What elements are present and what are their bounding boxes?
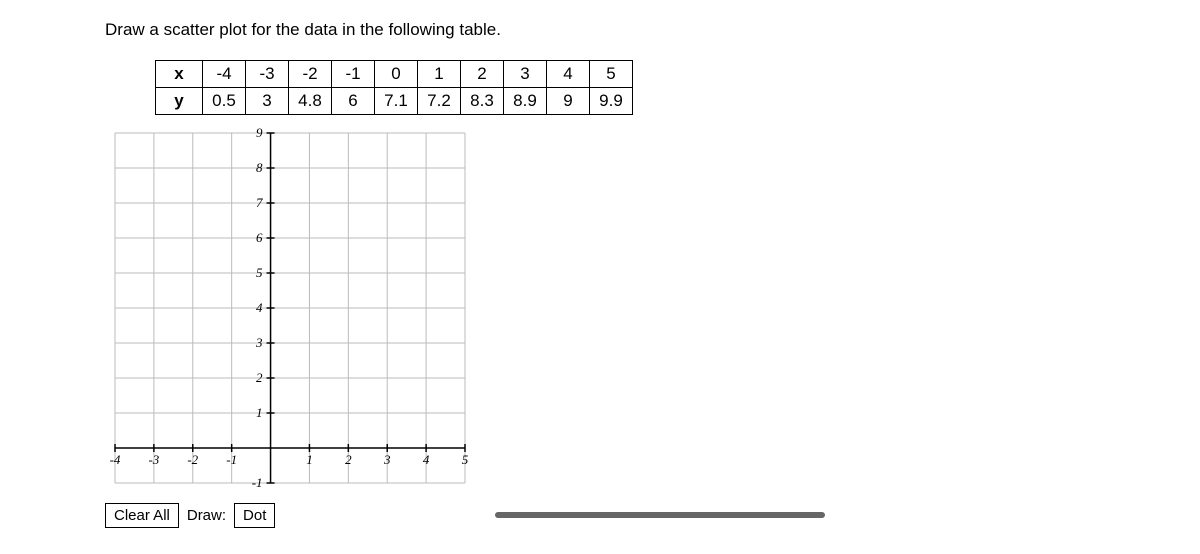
x-val: -2 (289, 61, 332, 88)
svg-text:2: 2 (256, 370, 263, 385)
y-val: 8.3 (461, 88, 504, 115)
svg-text:-3: -3 (148, 452, 159, 467)
svg-text:3: 3 (255, 335, 263, 350)
svg-text:8: 8 (256, 160, 263, 175)
scatter-plot[interactable]: -4 -3 -2 -1 1 2 3 4 5 -1 1 2 3 4 5 6 7 8 9 (105, 123, 475, 493)
svg-text:6: 6 (256, 230, 263, 245)
x-val: 4 (547, 61, 590, 88)
svg-text:4: 4 (256, 300, 263, 315)
x-val: 2 (461, 61, 504, 88)
svg-text:4: 4 (423, 452, 430, 467)
dot-button[interactable]: Dot (234, 503, 275, 528)
y-val: 8.9 (504, 88, 547, 115)
draw-label: Draw: (187, 507, 226, 524)
y-val: 9.9 (590, 88, 633, 115)
svg-text:7: 7 (256, 195, 263, 210)
x-val: -1 (332, 61, 375, 88)
clear-all-button[interactable]: Clear All (105, 503, 179, 528)
horizontal-scrollbar[interactable] (495, 512, 825, 518)
y-val: 0.5 (203, 88, 246, 115)
svg-text:-2: -2 (187, 452, 198, 467)
plot-grid[interactable]: -4 -3 -2 -1 1 2 3 4 5 -1 1 2 3 4 5 6 7 8 9 (105, 123, 475, 493)
y-val: 7.1 (375, 88, 418, 115)
svg-text:3: 3 (383, 452, 391, 467)
table-row-y: y 0.5 3 4.8 6 7.1 7.2 8.3 8.9 9 9.9 (156, 88, 633, 115)
y-val: 6 (332, 88, 375, 115)
x-val: -3 (246, 61, 289, 88)
svg-text:1: 1 (306, 452, 313, 467)
svg-text:5: 5 (256, 265, 263, 280)
x-val: 0 (375, 61, 418, 88)
svg-text:2: 2 (345, 452, 352, 467)
header-x: x (156, 61, 203, 88)
svg-text:-1: -1 (226, 452, 237, 467)
table-row-x: x -4 -3 -2 -1 0 1 2 3 4 5 (156, 61, 633, 88)
y-val: 4.8 (289, 88, 332, 115)
svg-text:-4: -4 (110, 452, 121, 467)
x-val: -4 (203, 61, 246, 88)
header-y: y (156, 88, 203, 115)
instruction-text: Draw a scatter plot for the data in the … (105, 20, 1170, 40)
data-table: x -4 -3 -2 -1 0 1 2 3 4 5 y 0.5 3 4.8 6 … (155, 60, 633, 115)
x-val: 5 (590, 61, 633, 88)
y-val: 3 (246, 88, 289, 115)
y-val: 9 (547, 88, 590, 115)
x-val: 1 (418, 61, 461, 88)
svg-text:1: 1 (256, 405, 263, 420)
y-val: 7.2 (418, 88, 461, 115)
x-val: 3 (504, 61, 547, 88)
svg-text:9: 9 (256, 125, 263, 140)
svg-text:5: 5 (462, 452, 469, 467)
svg-text:-1: -1 (252, 475, 263, 490)
